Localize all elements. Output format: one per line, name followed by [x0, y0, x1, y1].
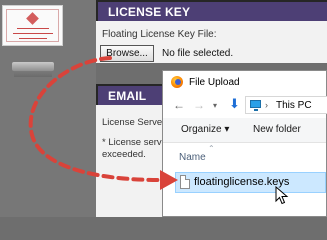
arrowhead-icon	[160, 170, 178, 190]
annotation-arrow	[28, 56, 178, 190]
